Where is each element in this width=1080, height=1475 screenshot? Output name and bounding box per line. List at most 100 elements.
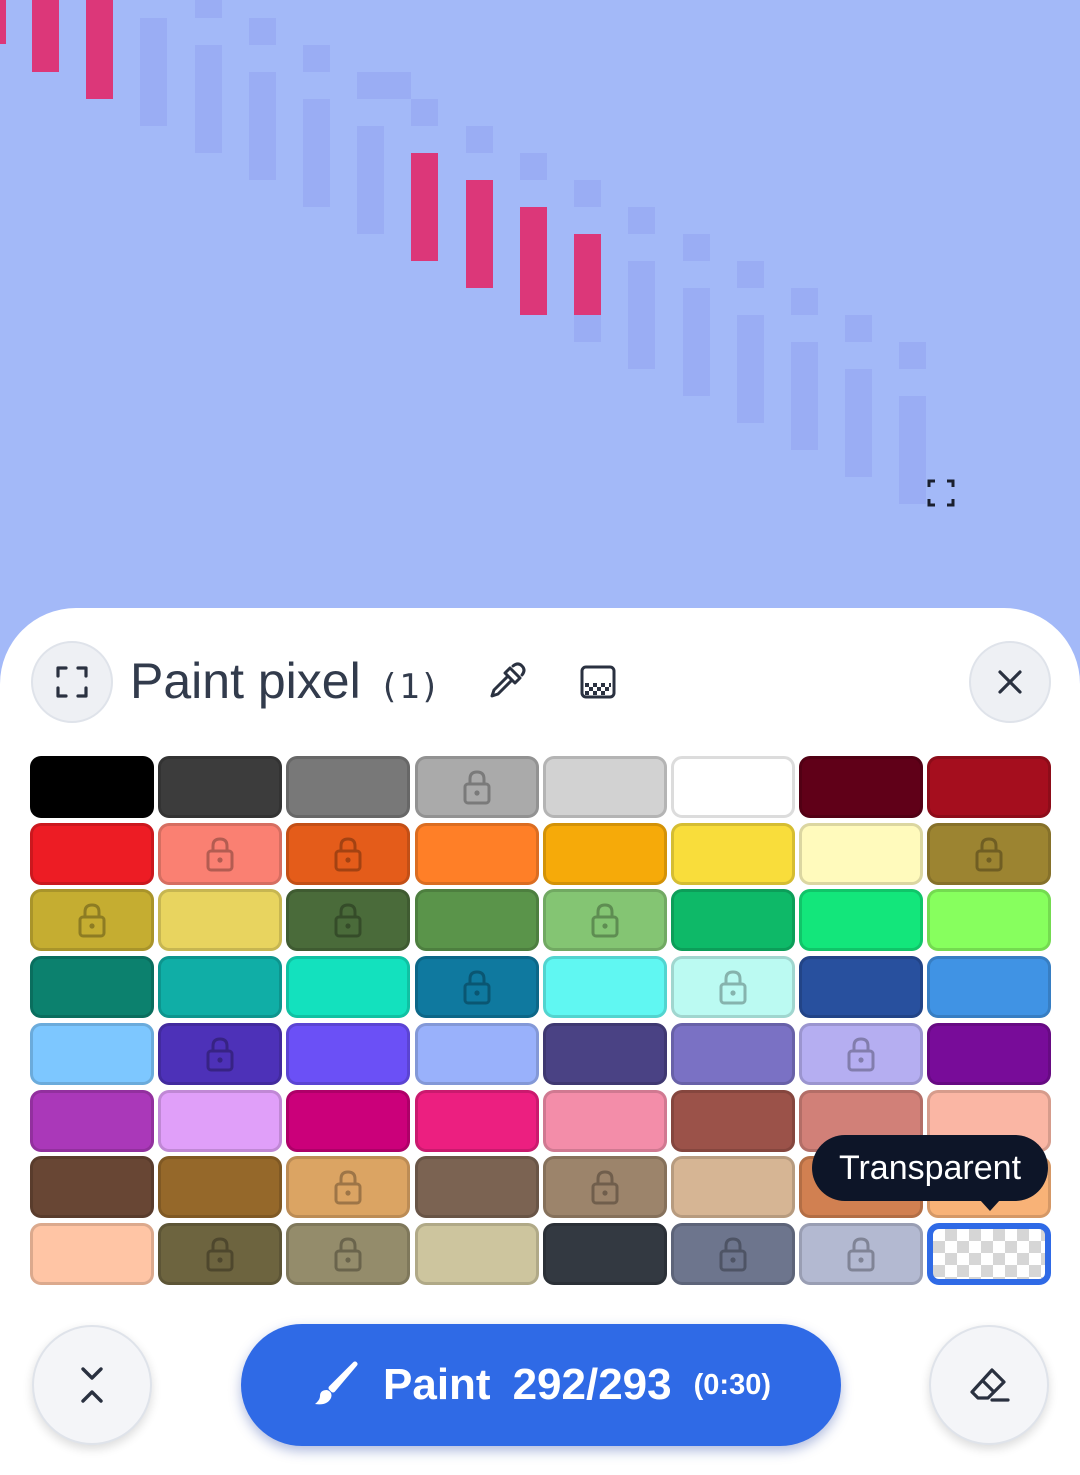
color-swatch[interactable] [286, 1022, 411, 1085]
color-swatch[interactable] [30, 822, 154, 885]
color-swatch[interactable] [542, 756, 667, 818]
color-swatch[interactable] [542, 956, 667, 1019]
lock-icon [206, 837, 234, 872]
color-swatch[interactable] [158, 1222, 283, 1285]
color-swatch[interactable] [158, 822, 283, 885]
color-swatch[interactable] [286, 1089, 411, 1152]
color-swatch[interactable] [30, 1089, 154, 1152]
color-swatch[interactable] [671, 1156, 795, 1219]
color-swatch[interactable] [286, 822, 411, 885]
color-swatch[interactable] [158, 889, 283, 952]
template-pixel [737, 315, 764, 423]
color-swatch[interactable] [158, 1022, 283, 1085]
color-swatch[interactable] [671, 1222, 795, 1285]
color-swatch[interactable] [286, 1222, 411, 1285]
pipette-button[interactable] [480, 656, 532, 708]
color-swatch[interactable] [671, 822, 795, 885]
template-pixel [899, 396, 926, 504]
painted-pixel [574, 234, 601, 315]
painted-pixel [32, 0, 59, 72]
color-swatch[interactable] [671, 956, 795, 1019]
color-swatch[interactable] [286, 756, 411, 818]
eraser-button[interactable] [929, 1325, 1049, 1445]
color-swatch[interactable] [414, 822, 539, 885]
color-swatch[interactable] [671, 1022, 795, 1085]
color-swatch[interactable] [30, 956, 154, 1019]
template-pixel [357, 126, 384, 234]
lock-icon [334, 1170, 362, 1205]
collapse-icon [81, 1367, 103, 1403]
painted-pixel [0, 0, 6, 44]
color-swatch[interactable] [542, 889, 667, 952]
color-swatch[interactable] [414, 1089, 539, 1152]
template-pixel [683, 288, 710, 396]
color-swatch[interactable] [158, 956, 283, 1019]
color-swatch[interactable] [927, 956, 1052, 1019]
color-swatch[interactable] [158, 1089, 283, 1152]
lock-icon [719, 1237, 747, 1272]
lock-icon [78, 903, 106, 938]
color-swatch-transparent[interactable] [927, 1222, 1052, 1285]
transparency-toggle-button[interactable] [572, 656, 624, 708]
lock-icon [463, 770, 491, 805]
color-swatch[interactable] [799, 956, 924, 1019]
color-swatch[interactable] [158, 1156, 283, 1219]
color-swatch[interactable] [30, 1022, 154, 1085]
color-swatch[interactable] [927, 1022, 1052, 1085]
painted-pixel [411, 153, 438, 261]
color-swatch[interactable] [158, 756, 283, 818]
close-icon [998, 670, 1022, 694]
color-swatch[interactable] [799, 822, 924, 885]
color-swatch[interactable] [286, 956, 411, 1019]
template-pixel [628, 261, 655, 369]
color-swatch[interactable] [927, 756, 1052, 818]
collapse-button[interactable] [32, 1325, 152, 1445]
color-swatch[interactable] [799, 1022, 924, 1085]
color-swatch[interactable] [414, 756, 539, 818]
color-swatch[interactable] [414, 956, 539, 1019]
close-button[interactable] [969, 641, 1051, 723]
expand-button[interactable] [31, 641, 113, 723]
color-swatch[interactable] [286, 889, 411, 952]
color-swatch[interactable] [30, 756, 154, 818]
paint-button[interactable]: Paint 292/293 (0:30) [241, 1324, 841, 1446]
color-swatch[interactable] [671, 1089, 795, 1152]
template-pixel [737, 261, 764, 288]
pixel-canvas[interactable] [0, 0, 1080, 620]
lock-icon [463, 970, 491, 1005]
template-pixel [845, 315, 872, 342]
paint-button-label: Paint [383, 1360, 491, 1409]
template-pixel [683, 234, 710, 261]
color-swatch[interactable] [286, 1156, 411, 1219]
color-swatch[interactable] [671, 889, 795, 952]
painted-pixel [520, 207, 547, 315]
color-swatch[interactable] [30, 1222, 154, 1285]
color-swatch[interactable] [671, 756, 795, 818]
expand-icon [56, 666, 88, 698]
page-title: Paint pixel [130, 653, 361, 709]
color-swatch[interactable] [927, 889, 1052, 952]
lock-icon [847, 1237, 875, 1272]
color-swatch[interactable] [414, 1156, 539, 1219]
color-swatch[interactable] [542, 1022, 667, 1085]
color-swatch[interactable] [799, 756, 924, 818]
lock-icon [334, 837, 362, 872]
panel-header: Paint pixel (1) [130, 652, 440, 712]
template-pixel [574, 315, 601, 342]
template-pixel [791, 288, 818, 315]
color-swatch[interactable] [542, 1156, 667, 1219]
lock-icon [591, 903, 619, 938]
color-swatch[interactable] [30, 1156, 154, 1219]
color-swatch[interactable] [414, 889, 539, 952]
color-swatch[interactable] [927, 822, 1052, 885]
brush-icon [315, 1361, 358, 1405]
lock-icon [847, 1037, 875, 1072]
color-swatch[interactable] [542, 822, 667, 885]
color-swatch[interactable] [799, 1222, 924, 1285]
color-swatch[interactable] [30, 889, 154, 952]
color-swatch[interactable] [799, 889, 924, 952]
color-swatch[interactable] [414, 1222, 539, 1285]
color-swatch[interactable] [542, 1222, 667, 1285]
color-swatch[interactable] [414, 1022, 539, 1085]
color-swatch[interactable] [542, 1089, 667, 1152]
